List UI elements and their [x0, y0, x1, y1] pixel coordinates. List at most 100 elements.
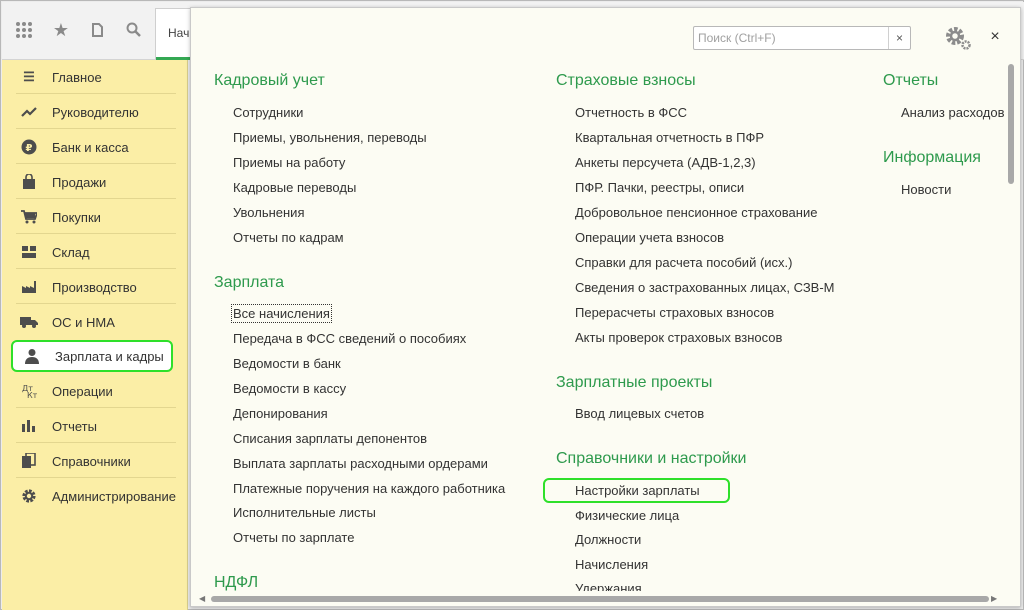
sidebar-item-administration[interactable]: Администрирование: [10, 481, 182, 511]
section-title-settings: Справочники и настройки: [556, 450, 747, 467]
sidebar-item-purchases[interactable]: Покупки: [10, 202, 182, 232]
section-title-salary-projects: Зарплатные проекты: [556, 374, 713, 391]
divider: [16, 303, 176, 304]
sidebar-item-label: Банк и касса: [52, 139, 129, 155]
sidebar-item-references[interactable]: Справочники: [10, 446, 182, 476]
link-pfr-packs[interactable]: ПФР. Пачки, реестры, описи: [575, 180, 744, 195]
trend-icon: [20, 103, 38, 121]
bar-chart-icon: [20, 417, 38, 435]
section-title-insurance: Страховые взносы: [556, 72, 696, 89]
person-icon: [23, 347, 41, 365]
divider: [16, 442, 176, 443]
link-transfers[interactable]: Кадровые переводы: [233, 180, 356, 195]
link-contribution-operations[interactable]: Операции учета взносов: [575, 230, 724, 245]
close-panel-button[interactable]: ×: [984, 26, 1006, 48]
sidebar-item-fixed-assets[interactable]: ОС и НМА: [10, 307, 182, 337]
link-cash-order-payments[interactable]: Выплата зарплаты расходными ордерами: [233, 456, 488, 471]
search-icon[interactable]: [120, 16, 148, 44]
link-hirings-dismissals-transfers[interactable]: Приемы, увольнения, переводы: [233, 130, 427, 145]
sidebar-item-operations[interactable]: Дт Кт Операции: [10, 376, 182, 406]
link-voluntary-pension[interactable]: Добровольное пенсионное страхование: [575, 205, 817, 220]
history-icon[interactable]: [84, 16, 112, 44]
star-icon[interactable]: ★: [47, 16, 75, 44]
link-audit-acts[interactable]: Акты проверок страховых взносов: [575, 330, 782, 345]
gear-icon: [20, 487, 38, 505]
link-cash-statements[interactable]: Ведомости в кассу: [233, 381, 346, 396]
link-payment-orders[interactable]: Платежные поручения на каждого работника: [233, 481, 505, 496]
link-all-accruals[interactable]: Все начисления: [231, 304, 332, 323]
link-salary-settings[interactable]: Настройки зарплаты: [543, 478, 730, 503]
sidebar-item-label: Покупки: [52, 209, 101, 225]
link-personal-accounts[interactable]: Ввод лицевых счетов: [575, 406, 704, 421]
link-writs[interactable]: Исполнительные листы: [233, 505, 376, 520]
link-adv-forms[interactable]: Анкеты персучета (АДВ-1,2,3): [575, 155, 756, 170]
sidebar-item-label: ОС и НМА: [52, 314, 115, 330]
sidebar-item-label: Администрирование: [52, 488, 176, 504]
vertical-scrollbar[interactable]: [1004, 56, 1018, 596]
sidebar-item-sales[interactable]: Продажи: [10, 167, 182, 197]
sections-sidebar: ☰ Главное Руководителю ₽ Банк и касса Пр…: [2, 60, 188, 610]
sidebar-item-label: Производство: [52, 279, 137, 295]
search-input[interactable]: [694, 27, 884, 49]
horizontal-scrollbar[interactable]: ◀ ▶: [199, 594, 999, 604]
books-icon: [20, 452, 38, 470]
sidebar-item-warehouse[interactable]: Склад: [10, 237, 182, 267]
search-box: ×: [693, 26, 911, 50]
sidebar-item-payroll[interactable]: Зарплата и кадры: [11, 340, 173, 372]
link-employees[interactable]: Сотрудники: [233, 105, 303, 120]
link-szv-m[interactable]: Сведения о застрахованных лицах, СЗВ-М: [575, 280, 835, 295]
link-fss-reporting[interactable]: Отчетность в ФСС: [575, 105, 687, 120]
sidebar-item-label: Руководителю: [52, 104, 139, 120]
link-dismissals[interactable]: Увольнения: [233, 205, 304, 220]
divider: [16, 407, 176, 408]
link-individuals[interactable]: Физические лица: [575, 508, 679, 523]
link-accruals[interactable]: Начисления: [575, 557, 648, 572]
section-panel: × × Кадровый учет Сотрудники Приемы, уво…: [190, 7, 1021, 607]
sidebar-item-main[interactable]: ☰ Главное: [10, 62, 182, 92]
section-title-hr: Кадровый учет: [214, 72, 325, 89]
link-salary-reports[interactable]: Отчеты по зарплате: [233, 530, 354, 545]
scroll-right-icon[interactable]: ▶: [991, 594, 997, 603]
link-expense-analysis[interactable]: Анализ расходов: [901, 105, 1005, 120]
link-news[interactable]: Новости: [901, 182, 951, 197]
link-recalculations[interactable]: Перерасчеты страховых взносов: [575, 305, 774, 320]
divider: [16, 163, 176, 164]
link-deponent-writeoffs[interactable]: Списания зарплаты депонентов: [233, 431, 427, 446]
link-deductions[interactable]: Удержания: [575, 581, 642, 591]
link-benefit-certificates[interactable]: Справки для расчета пособий (исх.): [575, 255, 792, 270]
section-title-info: Информация: [883, 149, 981, 166]
clear-search-button[interactable]: ×: [888, 27, 910, 49]
ruble-icon: ₽: [20, 138, 38, 156]
section-title-reports: Отчеты: [883, 72, 939, 89]
link-hr-reports[interactable]: Отчеты по кадрам: [233, 230, 344, 245]
divider: [16, 233, 176, 234]
link-hirings[interactable]: Приемы на работу: [233, 155, 345, 170]
sidebar-item-production[interactable]: Производство: [10, 272, 182, 302]
svg-text:₽: ₽: [26, 143, 33, 154]
factory-icon: [20, 278, 38, 296]
sidebar-item-bank[interactable]: ₽ Банк и касса: [10, 132, 182, 162]
link-depositions[interactable]: Депонирования: [233, 406, 328, 421]
link-fss-benefits[interactable]: Передача в ФСС сведений о пособиях: [233, 331, 466, 346]
operations-icon: Дт Кт: [20, 382, 38, 400]
link-bank-statements[interactable]: Ведомости в банк: [233, 356, 341, 371]
divider: [16, 268, 176, 269]
sidebar-item-reports[interactable]: Отчеты: [10, 411, 182, 441]
link-positions[interactable]: Должности: [575, 532, 641, 547]
divider: [16, 93, 176, 94]
scroll-left-icon[interactable]: ◀: [199, 594, 205, 603]
link-pfr-quarterly[interactable]: Квартальная отчетность в ПФР: [575, 130, 764, 145]
scrollbar-thumb[interactable]: [211, 596, 989, 602]
apps-grid-icon[interactable]: [10, 16, 38, 44]
tab-start-page[interactable]: Нач: [155, 8, 195, 60]
sidebar-item-label: Справочники: [52, 453, 131, 469]
sidebar-item-label: Операции: [52, 383, 113, 399]
settings-gear-icon[interactable]: [943, 24, 973, 52]
divider: [16, 198, 176, 199]
sidebar-item-label: Отчеты: [52, 418, 97, 434]
svg-text:Кт: Кт: [27, 391, 37, 399]
section-title-salary: Зарплата: [214, 274, 285, 291]
scrollbar-thumb[interactable]: [1008, 64, 1014, 184]
cart-icon: [20, 208, 38, 226]
sidebar-item-manager[interactable]: Руководителю: [10, 97, 182, 127]
